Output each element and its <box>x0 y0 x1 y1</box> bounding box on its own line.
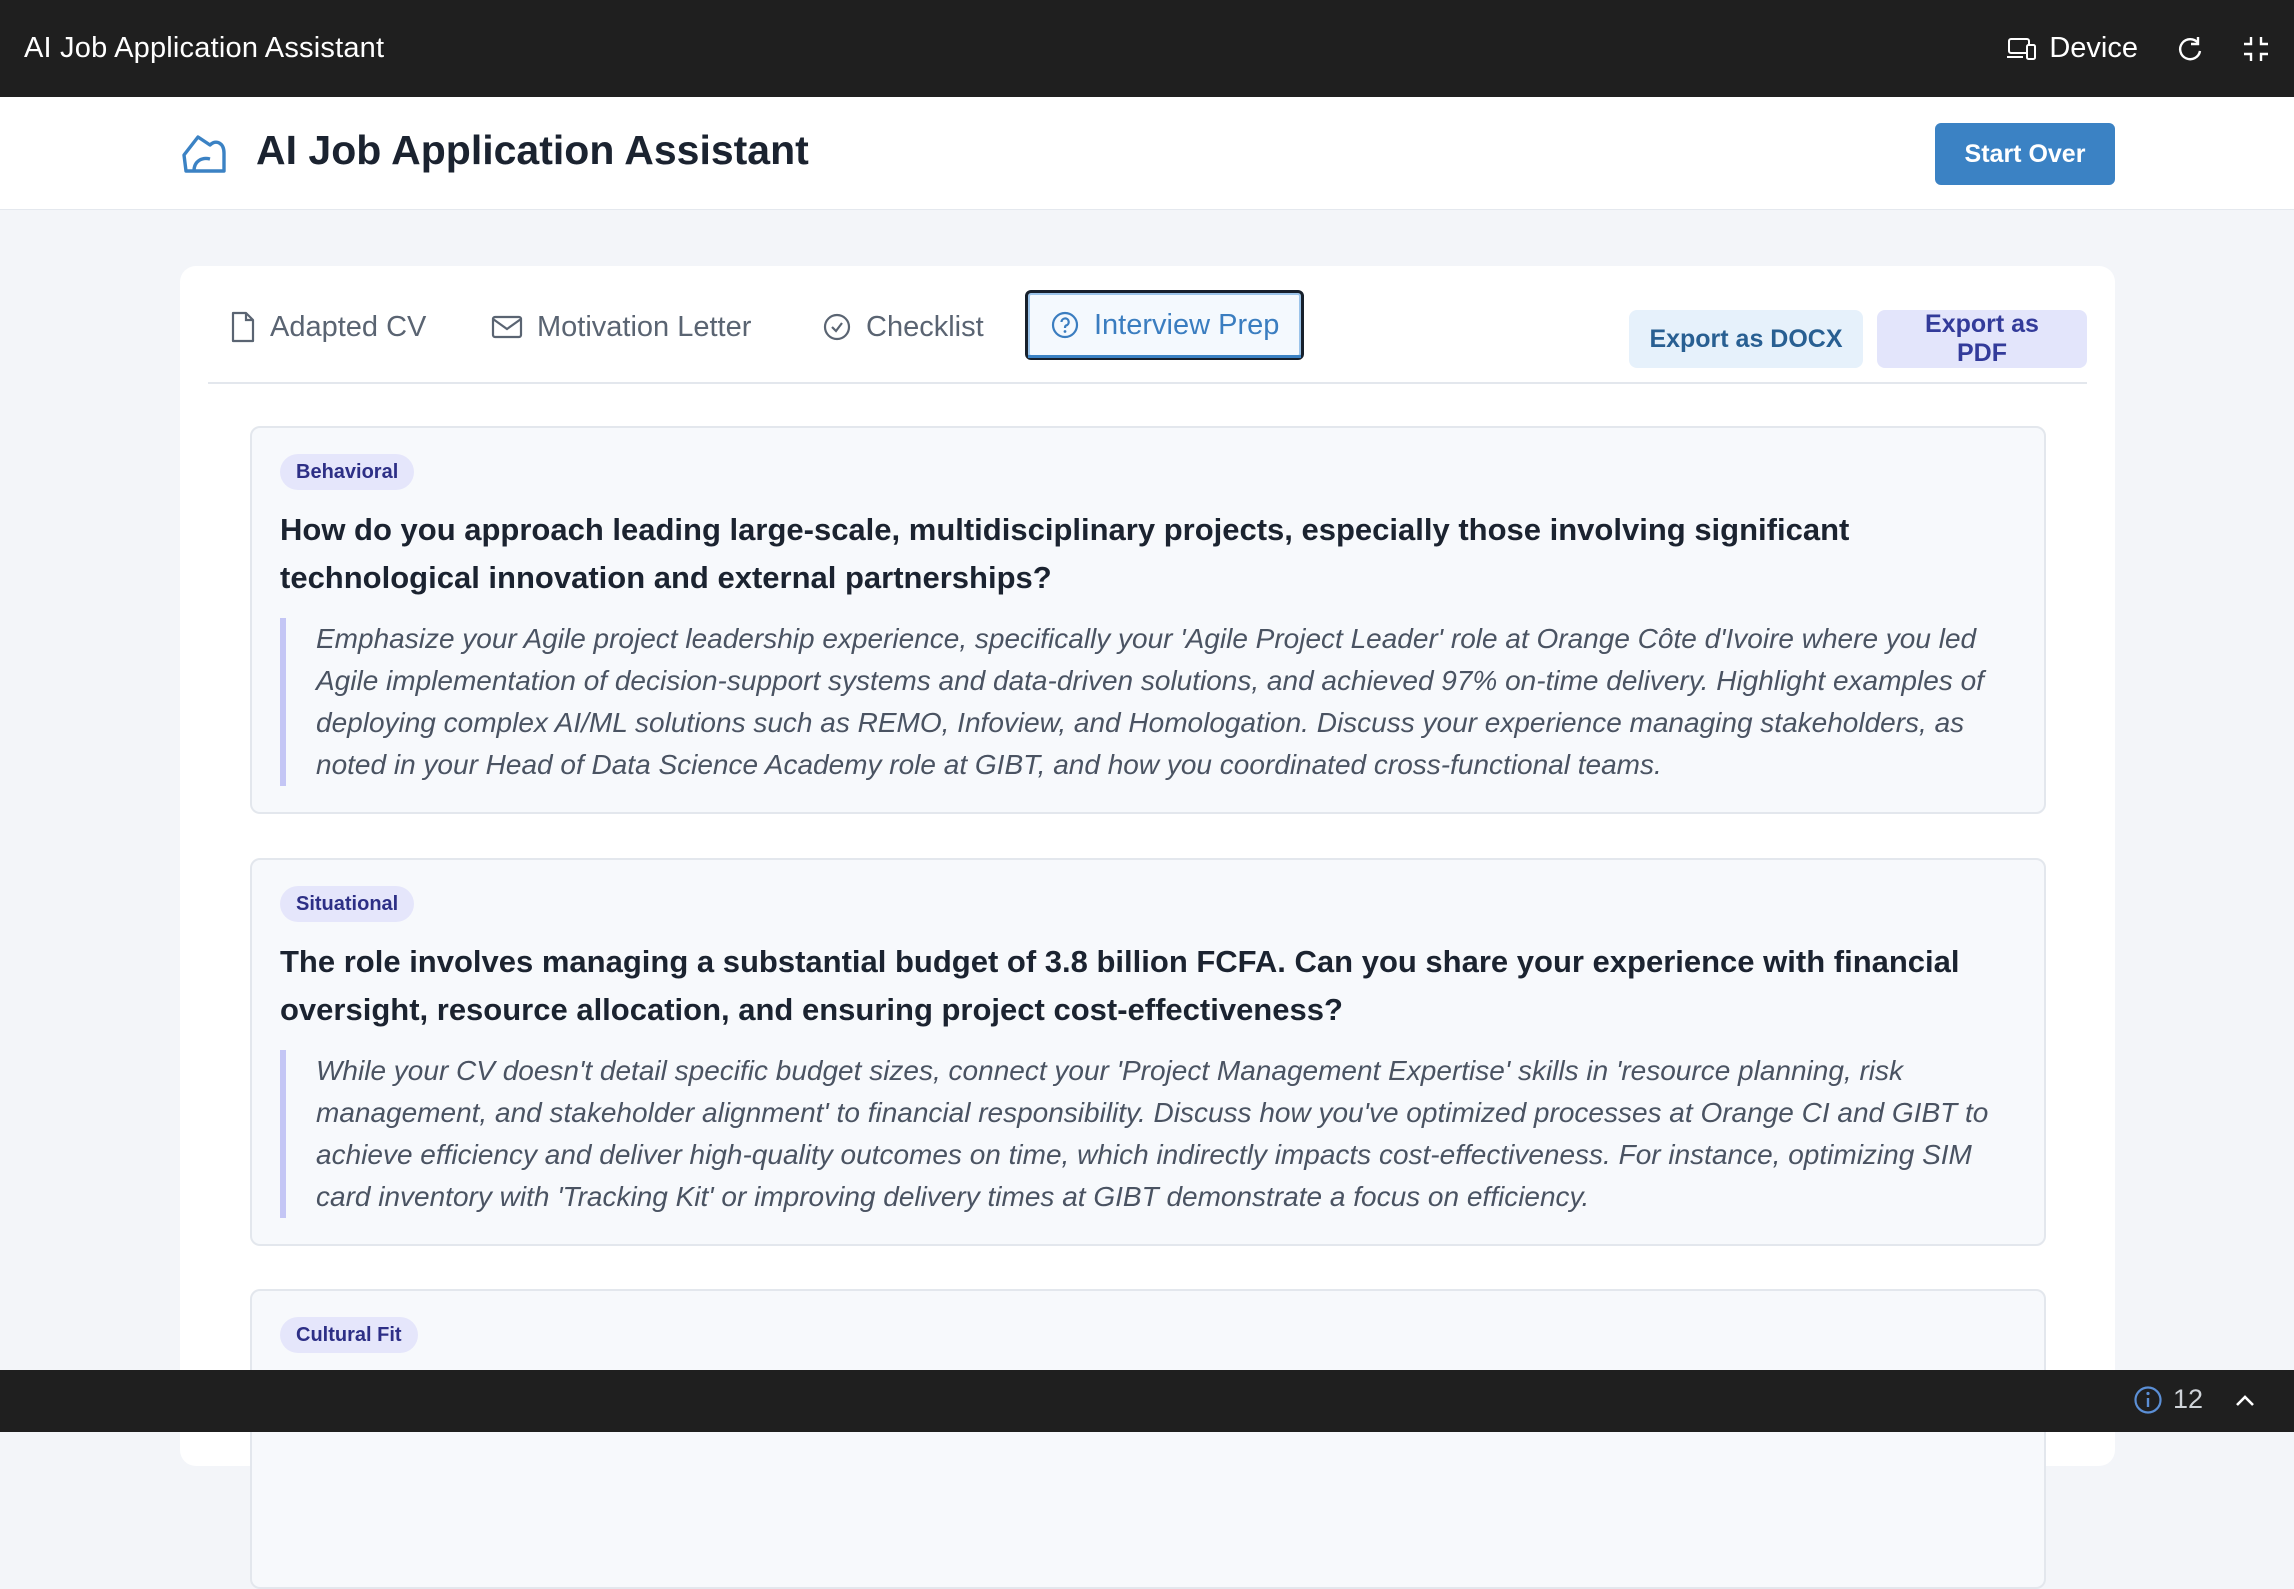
exit-fullscreen-icon[interactable] <box>2242 35 2270 63</box>
tab-interview-prep[interactable]: Interview Prep <box>1025 290 1305 360</box>
tab-label: Interview Prep <box>1094 308 1280 341</box>
tab-divider <box>208 382 2087 384</box>
logo-icon <box>182 135 226 173</box>
question-circle-icon <box>1051 311 1079 339</box>
check-circle-icon <box>823 313 851 341</box>
document-icon <box>231 311 255 343</box>
results-card: Adapted CV Motivation Letter Checklist I… <box>180 266 2115 1589</box>
question-card: Cultural Fit <box>250 1289 2046 1589</box>
question-card: Situational The role involves managing a… <box>250 858 2046 1246</box>
question-card: Behavioral How do you approach leading l… <box>250 426 2046 814</box>
info-count: 12 <box>2173 1384 2204 1414</box>
device-icon <box>2007 37 2037 60</box>
info-icon <box>2134 1385 2162 1414</box>
app-title: AI Job Application Assistant <box>256 127 809 173</box>
tab-motivation-letter[interactable]: Motivation Letter <box>491 296 751 358</box>
answer-guidance: While your CV doesn't detail specific bu… <box>280 1050 2026 1218</box>
category-badge: Situational <box>280 886 415 922</box>
tab-label: Checklist <box>866 310 984 343</box>
question-text: How do you approach leading large-scale,… <box>280 512 1850 595</box>
tab-checklist[interactable]: Checklist <box>822 296 984 358</box>
tab-label: Motivation Letter <box>537 310 752 343</box>
export-pdf-button[interactable]: Export as PDF <box>1877 310 2087 368</box>
question-text: The role involves managing a substantial… <box>280 944 1960 1027</box>
tab-adapted-cv[interactable]: Adapted CV <box>230 296 426 358</box>
app-header: AI Job Application Assistant Start Over <box>0 97 2294 210</box>
refresh-icon[interactable] <box>2176 35 2204 63</box>
host-controls: Device <box>2007 32 2270 65</box>
category-badge: Behavioral <box>280 454 415 490</box>
bottom-status-bar: 12 <box>0 1370 2294 1432</box>
category-badge: Cultural Fit <box>280 1317 418 1353</box>
envelope-icon <box>491 315 523 339</box>
info-indicator[interactable]: 12 <box>2133 1384 2203 1415</box>
device-button[interactable]: Device <box>2007 32 2138 65</box>
export-docx-button[interactable]: Export as DOCX <box>1629 310 1863 368</box>
chevron-up-icon[interactable] <box>2232 1390 2258 1412</box>
host-title-bar: AI Job Application Assistant Device <box>0 0 2294 97</box>
start-over-button[interactable]: Start Over <box>1935 123 2115 185</box>
tab-label: Adapted CV <box>270 310 427 343</box>
answer-guidance: Emphasize your Agile project leadership … <box>280 618 2026 786</box>
device-label: Device <box>2049 32 2138 64</box>
window-title: AI Job Application Assistant <box>24 32 385 64</box>
